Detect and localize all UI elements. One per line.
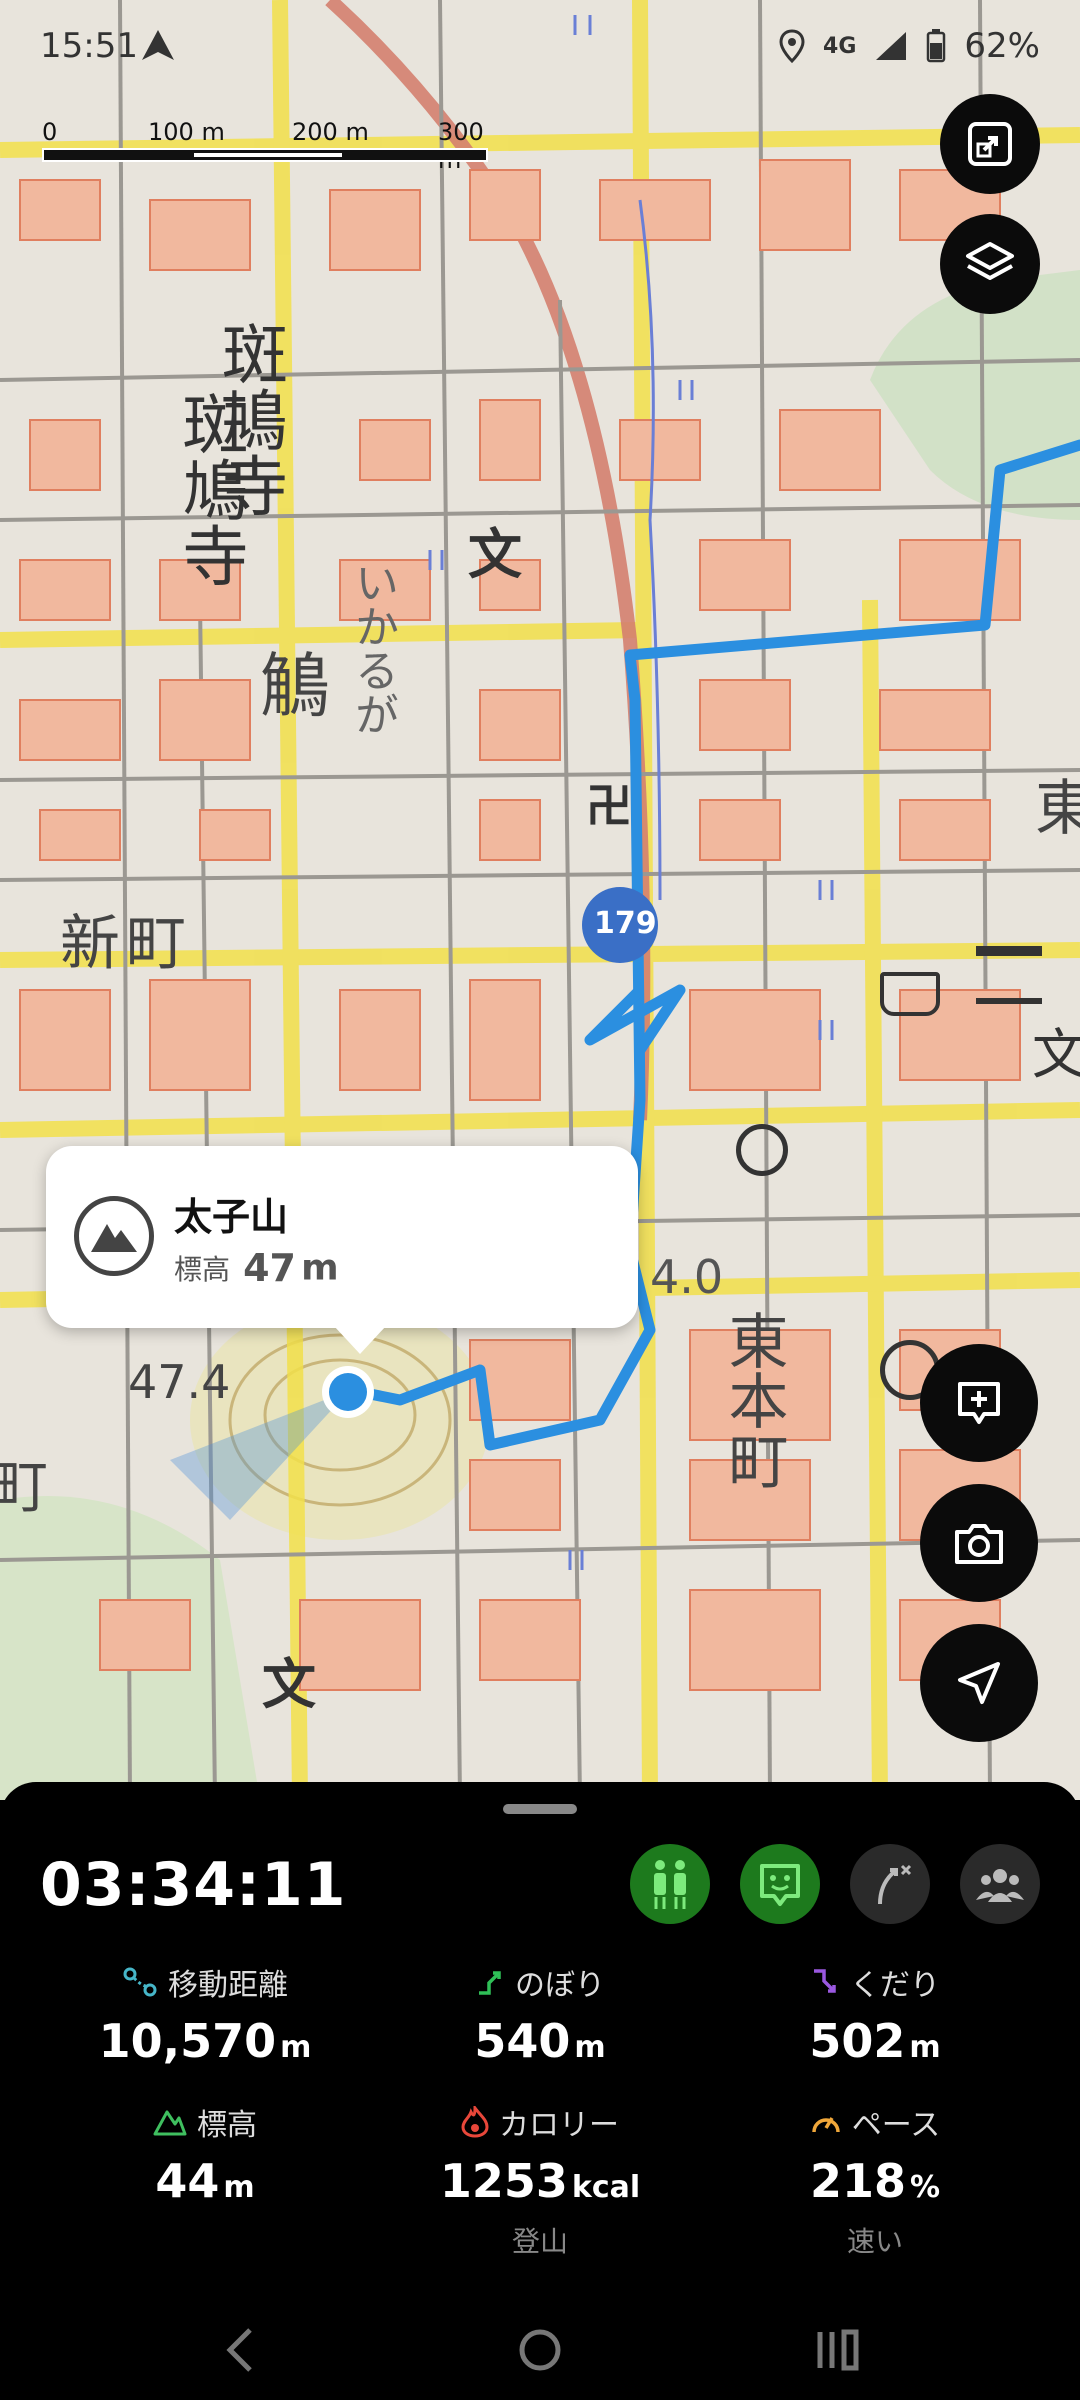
ascent-icon xyxy=(479,1971,501,1995)
stat-unit: % xyxy=(909,2170,941,2205)
status-time: 15:51 xyxy=(40,26,138,66)
distance-icon xyxy=(123,1967,157,1997)
hiker-group-icon xyxy=(654,1860,686,1909)
map-label-higashimoto: 東本町 xyxy=(718,1310,788,1490)
sheet-drag-handle[interactable] xyxy=(503,1804,577,1814)
stat-distance: 移動距離 10,570 m xyxy=(40,1960,370,2068)
stat-pace: ペース 218% 速い xyxy=(710,2100,1040,2260)
stat-unit: m xyxy=(909,2030,941,2065)
map-label-ikaruga: いかるが xyxy=(347,560,398,736)
poi-elevation-value: 47 xyxy=(243,1246,296,1290)
school-symbol: 文 xyxy=(468,523,522,586)
battery-icon xyxy=(927,29,946,63)
layers-button[interactable] xyxy=(940,214,1040,314)
recent-apps-icon[interactable] xyxy=(814,2322,862,2378)
fullscreen-button[interactable] xyxy=(940,94,1040,194)
contour-label: 4.0 xyxy=(650,1250,724,1304)
stat-value: 540 xyxy=(474,2014,571,2068)
stat-label: カロリー xyxy=(499,2108,619,2143)
face-badge-icon xyxy=(760,1864,800,1906)
map-label-temple: 斑鳩寺 xyxy=(211,320,288,518)
stat-subtext: 速い xyxy=(846,2225,903,2258)
scale-label: 200 m xyxy=(292,118,369,146)
route-number-label: 179 xyxy=(594,906,657,941)
stat-unit: m xyxy=(280,2030,312,2065)
stat-label: 標高 xyxy=(197,2108,257,2143)
library-symbol xyxy=(880,972,940,1016)
map-label-shinmachi: 新町 xyxy=(60,909,192,979)
map-view[interactable]: 斑鳩寺 斑鳩寺 いかるが 鵤 新町 東本町 東 町 179 47.4 4.0 文… xyxy=(0,0,1080,1800)
add-comment-icon xyxy=(958,1382,1000,1424)
stat-value: 218 xyxy=(809,2154,906,2208)
signal-icon xyxy=(876,32,907,60)
stat-value: 10,570 xyxy=(98,2014,277,2068)
map-label-east: 東 xyxy=(1035,774,1080,844)
route-deviation-icon xyxy=(878,1864,912,1905)
expand-icon xyxy=(968,122,1012,166)
poi-elevation-unit: m xyxy=(301,1247,339,1289)
map-label-ikaru-kanji: 鵤 xyxy=(260,645,330,727)
add-memo-button[interactable] xyxy=(920,1344,1038,1462)
layers-icon xyxy=(966,242,1014,280)
scale-label: 300 m xyxy=(438,118,484,174)
stat-label: のぼり xyxy=(515,1968,605,2003)
map-label-machi: 町 xyxy=(0,1453,49,1521)
stat-unit: m xyxy=(223,2170,255,2205)
school-symbol: 文 xyxy=(262,1653,316,1716)
scale-label: 0 xyxy=(42,118,58,146)
route-off-button[interactable] xyxy=(850,1844,930,1924)
back-icon[interactable] xyxy=(220,2322,260,2378)
elapsed-time: 03:34:11 xyxy=(40,1850,347,1920)
stat-calories: カロリー 1253 kcal 登山 xyxy=(375,2100,705,2260)
group-icon xyxy=(976,1869,1024,1902)
school-symbol: 文 xyxy=(1032,1023,1080,1086)
map-scale-bar: 0 100 m 200 m 300 m xyxy=(42,118,492,174)
shrine-symbol: 卍 xyxy=(586,779,632,833)
camera-button[interactable] xyxy=(920,1484,1038,1602)
group-button[interactable] xyxy=(960,1844,1040,1924)
descent-icon xyxy=(814,1969,836,1993)
stat-unit: kcal xyxy=(571,2170,641,2205)
post-office-symbol xyxy=(736,1124,788,1176)
recenter-location-button[interactable] xyxy=(920,1624,1038,1742)
stat-ascent: のぼり 540 m xyxy=(375,1960,705,2068)
spot-height-label: 47.4 xyxy=(128,1355,231,1409)
poi-name: 太子山 xyxy=(174,1195,289,1239)
navigation-arrow-icon xyxy=(142,30,174,60)
status-bar: 15:51 4G 62% xyxy=(0,0,1080,92)
stat-subtext: 登山 xyxy=(511,2225,568,2258)
home-icon[interactable] xyxy=(516,2322,564,2378)
scale-label: 100 m xyxy=(148,118,225,146)
stat-value: 44 xyxy=(155,2154,220,2208)
stat-value: 502 xyxy=(809,2014,906,2068)
battery-percent: 62% xyxy=(964,26,1040,66)
mountain-icon xyxy=(74,1196,154,1276)
stat-elevation: 標高 44 m xyxy=(40,2100,370,2208)
network-type: 4G xyxy=(823,33,857,59)
stat-unit: m xyxy=(574,2030,606,2065)
stat-descent: くだり 502 m xyxy=(710,1960,1040,2068)
poi-popup[interactable]: 太子山 標高 47 m xyxy=(46,1146,638,1354)
system-nav-bar xyxy=(0,2300,1080,2400)
museum-symbol xyxy=(976,946,1042,1004)
stat-label: ペース xyxy=(851,2108,941,2143)
speedometer-icon xyxy=(812,2117,840,2133)
trail-mode-button[interactable] xyxy=(630,1844,710,1924)
poi-elevation-label: 標高 xyxy=(174,1253,231,1286)
elevation-icon xyxy=(153,2110,187,2136)
navigation-icon xyxy=(958,1662,1000,1704)
flame-icon xyxy=(461,2106,489,2138)
camera-icon xyxy=(955,1524,1003,1564)
stat-label: くだり xyxy=(850,1968,940,2003)
stat-label: 移動距離 xyxy=(168,1968,288,2003)
location-pin-icon xyxy=(779,29,805,63)
stat-value: 1253 xyxy=(439,2154,568,2208)
smile-mode-button[interactable] xyxy=(740,1844,820,1924)
poi-elevation: 標高 47 m xyxy=(174,1246,339,1290)
